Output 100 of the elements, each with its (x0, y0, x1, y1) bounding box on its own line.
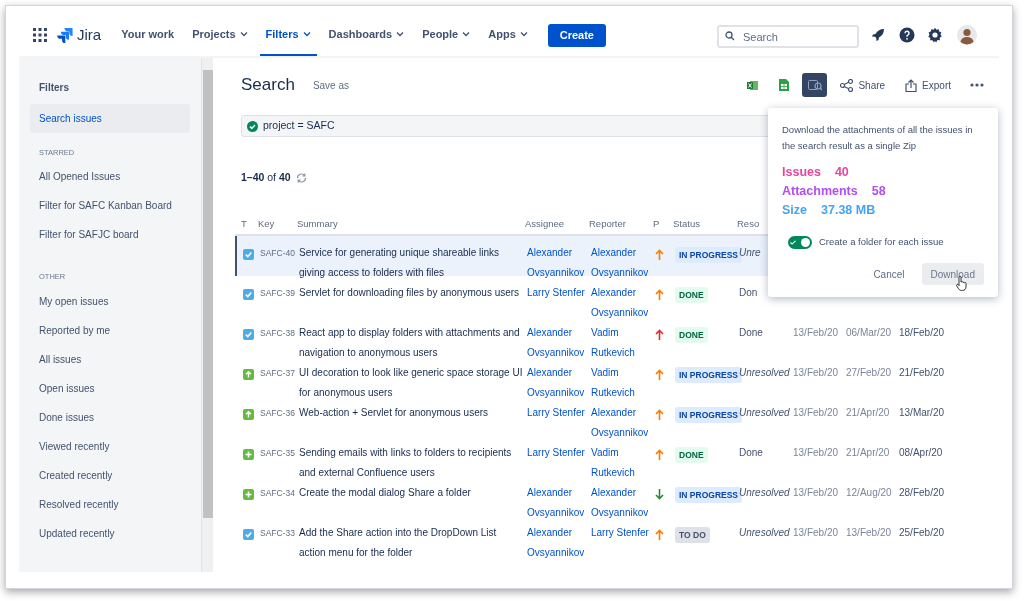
export-button[interactable]: Export (898, 73, 958, 97)
table-cell: 13/Feb/20 (793, 366, 839, 378)
nav-item[interactable]: Apps (482, 14, 534, 56)
search-field[interactable]: Search (717, 25, 859, 48)
summary-link[interactable]: Servlet for downloading files by anonymous users (299, 282, 525, 303)
settings-icon[interactable] (927, 27, 943, 43)
table-cell: Unresolved (739, 526, 790, 538)
column-header[interactable]: Reporter (589, 216, 653, 231)
table-cell: 21/Apr/20 (846, 406, 890, 418)
attachments-button[interactable] (802, 73, 828, 97)
assignee-link[interactable]: Alexander Ovsyannikov (527, 522, 591, 563)
sidebar-item[interactable]: Created recently (30, 460, 190, 490)
nav-item[interactable]: Projects (186, 14, 254, 56)
sidebar-item[interactable]: All Opened Issues (30, 162, 190, 192)
rocket-icon[interactable] (871, 28, 885, 42)
issue-key-link[interactable]: SAFC-37 (260, 362, 299, 403)
assignee-link[interactable]: Larry Stenfer (527, 442, 591, 463)
reporter-link[interactable]: Alexander Ovsyannikov (591, 282, 655, 323)
sidebar-item[interactable]: Done issues (30, 402, 190, 432)
assignee-link[interactable]: Alexander Ovsyannikov (527, 322, 591, 363)
share-icon (840, 78, 854, 92)
toggle-label: Create a folder for each issue (819, 235, 944, 249)
sidebar-item[interactable]: Filter for SAFJC board (30, 220, 190, 250)
nav-item[interactable]: Dashboards (322, 14, 411, 56)
sidebar-item[interactable]: Updated recently (30, 518, 190, 548)
spreadsheet-icon (747, 79, 759, 91)
column-header[interactable]: Assignee (525, 216, 589, 231)
nav-item[interactable]: Filters (259, 14, 317, 56)
reporter-link[interactable]: Vadim Rutkevich (591, 442, 655, 483)
column-header[interactable]: P (653, 216, 673, 231)
sidebar-item[interactable]: Open issues (30, 373, 190, 403)
reporter-link[interactable]: Larry Stenfer (591, 522, 655, 543)
issue-key-link[interactable]: SAFC-38 (260, 322, 299, 363)
stat-label: Issues (782, 164, 821, 181)
sheet-icon (778, 79, 789, 91)
toggle-switch[interactable] (788, 235, 812, 249)
refresh-icon[interactable] (295, 172, 307, 183)
summary-link[interactable]: Create the modal dialog Share a folder (299, 482, 525, 503)
chevron-down-icon (519, 30, 528, 38)
table-cell: 13/Feb/20 (793, 486, 839, 498)
column-header[interactable]: Key (258, 216, 297, 231)
export-icon (905, 78, 918, 92)
issue-key-link[interactable]: SAFC-34 (260, 482, 299, 523)
assignee-link[interactable]: Larry Stenfer (527, 402, 591, 423)
summary-link[interactable]: Web-action + Servlet for anonymous users (299, 402, 525, 423)
table-cell: Unresolved (739, 366, 790, 378)
create-button[interactable]: Create (547, 23, 606, 47)
table-cell: 13/Feb/20 (846, 526, 892, 538)
summary-link[interactable]: React app to display folders with attachments and navigation to anonymous users (299, 322, 525, 363)
nav-item[interactable]: Your work (115, 14, 181, 56)
table-cell: 13/Feb/20 (793, 326, 839, 338)
table-cell: 13/Feb/20 (793, 446, 839, 458)
table-cell: 08/Apr/20 (899, 446, 943, 458)
sidebar-item[interactable]: Resolved recently (30, 489, 190, 519)
table-cell: 06/Mar/20 (846, 326, 892, 338)
status-badge: DONE (675, 286, 708, 303)
chevron-down-icon (396, 30, 405, 38)
status-badge: DONE (675, 446, 708, 463)
scrollbar[interactable] (201, 58, 213, 572)
column-header[interactable]: Status (673, 216, 737, 231)
stat-value: 58 (871, 183, 886, 200)
assignee-link[interactable]: Larry Stenfer (527, 282, 591, 303)
sidebar-item[interactable]: Reported by me (30, 315, 190, 345)
column-header[interactable]: Summary (297, 216, 525, 231)
sidebar-item[interactable]: Filter for SAFC Kanban Board (30, 191, 190, 221)
share-button[interactable]: Share (833, 73, 893, 97)
reporter-link[interactable]: Alexander Ovsyannikov (591, 482, 655, 523)
reporter-link[interactable]: Vadim Rutkevich (591, 362, 655, 403)
sidebar-item[interactable]: All issues (30, 344, 190, 374)
issue-key-link[interactable]: SAFC-39 (260, 282, 299, 323)
sidebar-item[interactable]: My open issues (30, 286, 190, 316)
avatar-icon[interactable] (957, 25, 977, 45)
reporter-link[interactable]: Vadim Rutkevich (591, 322, 655, 363)
jira-logo-icon (57, 27, 73, 43)
summary-link[interactable]: Add the Share action into the DropDown List action menu for the folder (299, 522, 525, 563)
table-cell: 21/Feb/20 (899, 366, 945, 378)
table-cell: Don (739, 286, 758, 298)
issue-key-link[interactable]: SAFC-35 (260, 442, 299, 483)
save-as-button[interactable]: Save as (312, 77, 349, 93)
app-grid-icon[interactable] (33, 28, 47, 42)
reporter-link[interactable]: Alexander Ovsyannikov (591, 402, 655, 443)
help-icon[interactable] (899, 27, 915, 43)
table-cell: 13/Feb/20 (793, 526, 839, 538)
summary-link[interactable]: UI decoration to look like generic space storage UI for anonymous users (299, 362, 525, 403)
assignee-link[interactable]: Alexander Ovsyannikov (527, 362, 591, 403)
nav-item[interactable]: People (416, 14, 477, 56)
sidebar-item[interactable]: Viewed recently (30, 431, 190, 461)
status-badge: TO DO (675, 526, 710, 543)
table-cell: 21/Apr/20 (846, 446, 890, 458)
sidebar-item[interactable]: Search issues (30, 104, 190, 133)
table-cell: Unresolved (739, 406, 790, 418)
issue-key-link[interactable]: SAFC-33 (260, 522, 299, 563)
hand-cursor-icon (955, 276, 967, 292)
assignee-link[interactable]: Alexander Ovsyannikov (527, 482, 591, 523)
issue-key-link[interactable]: SAFC-36 (260, 402, 299, 443)
summary-link[interactable]: Sending emails with links to folders to recipients and external Confluence users (299, 442, 525, 483)
table-cell: Unresolved (739, 486, 790, 498)
table-cell: 13/Feb/20 (793, 406, 839, 418)
product-name: Jira (77, 24, 102, 45)
column-header[interactable]: T (241, 216, 258, 231)
